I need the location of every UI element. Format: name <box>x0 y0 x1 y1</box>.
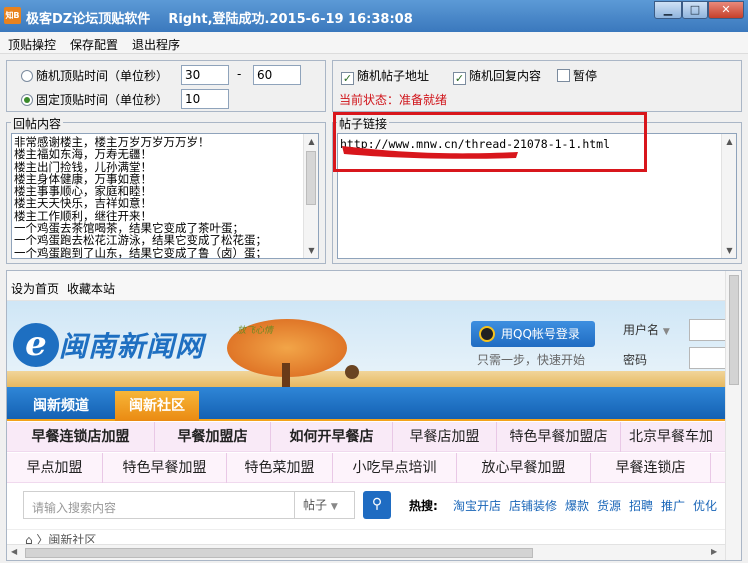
tag-link[interactable]: 小吃早点培训 <box>333 453 457 483</box>
fixed-time-option[interactable]: 固定顶贴时间（单位秒） <box>21 91 168 108</box>
tree-trunk <box>282 363 290 387</box>
app-icon: 知B <box>4 7 21 24</box>
tag-link[interactable]: 早餐连锁店 <box>591 453 711 483</box>
timing-group: 随机顶贴时间（单位秒） 30 - 60 固定顶贴时间（单位秒） 10 <box>6 60 326 112</box>
scroll-thumb[interactable] <box>729 275 739 385</box>
reply-scrollbar[interactable]: ▲ ▼ <box>303 134 318 258</box>
tag-link[interactable]: 早餐店加盟 <box>393 422 497 452</box>
scroll-down-icon[interactable]: ▼ <box>304 243 318 258</box>
chevron-down-icon: ▼ <box>330 502 338 512</box>
window-title: 极客DZ论坛顶贴软件 Right,登陆成功.2015-6-19 16:38:08 <box>26 12 413 27</box>
nav-channel[interactable]: 闽新频道 <box>11 391 111 421</box>
username-label: 用户名 ▼ <box>623 323 670 337</box>
tag-link[interactable]: 早点加盟 <box>7 453 103 483</box>
tag-link[interactable]: 特色早餐加盟 <box>103 453 227 483</box>
search-icon: ⚲ <box>371 496 383 512</box>
scroll-left-icon[interactable]: ◀ <box>11 547 17 556</box>
scroll-thumb[interactable] <box>25 548 533 558</box>
hot-link[interactable]: 店铺装修 <box>509 497 557 514</box>
tag-row-1: 早餐连锁店加盟 早餐加盟店 如何开早餐店 早餐店加盟 特色早餐加盟店 北京早餐车… <box>7 422 725 452</box>
reply-lines: 非常感谢楼主，楼主万岁万岁万万岁！ 楼主福如东海，万寿无疆！ 楼主出门捡钱，儿孙满堂… <box>14 136 267 259</box>
site-logo-icon[interactable]: e <box>13 323 59 367</box>
qq-login-button[interactable]: 用QQ帐号登录 <box>471 321 595 347</box>
search-button[interactable]: ⚲ <box>363 491 391 519</box>
tag-link[interactable]: 早餐加盟店 <box>155 422 271 452</box>
browser-toolbar: 设为首页 收藏本站 <box>7 271 741 301</box>
menu-exit[interactable]: 退出程序 <box>132 36 180 53</box>
scroll-right-icon[interactable]: ▶ <box>711 547 717 556</box>
hot-link[interactable]: 淘宝开店 <box>453 497 501 514</box>
random-max-input[interactable]: 60 <box>253 65 301 85</box>
random-time-option[interactable]: 随机顶贴时间（单位秒） <box>21 67 168 84</box>
minimize-button[interactable]: ▁ <box>654 1 682 19</box>
embedded-browser: 设为首页 收藏本站 放飞心情 e 闽南新闻网 用QQ帐号登录 只需一步，快速开始… <box>6 270 742 561</box>
hot-link[interactable]: 货源 <box>597 497 621 514</box>
tag-link[interactable]: 特色早餐加盟店 <box>497 422 621 452</box>
browser-vscroll[interactable] <box>725 271 741 560</box>
tag-link[interactable]: 北京早餐车加 <box>621 422 725 452</box>
maximize-button[interactable]: □ <box>682 1 708 19</box>
reply-legend: 回帖内容 <box>11 115 64 132</box>
status-text: 当前状态：准备就绪 <box>339 93 448 107</box>
random-reply-option[interactable]: ✓ 随机回复内容 <box>453 67 541 85</box>
site-search: 请输入搜索内容 帖子 ▼ <box>23 491 355 519</box>
random-url-option[interactable]: ✓ 随机帖子地址 <box>341 67 429 85</box>
checkbox-unchecked[interactable] <box>557 69 570 82</box>
tag-link[interactable]: 如何开早餐店 <box>271 422 393 452</box>
tag-link[interactable]: 早餐连锁店加盟 <box>7 422 155 452</box>
qq-login-hint: 只需一步，快速开始 <box>477 353 586 367</box>
title-bar: 知B 极客DZ论坛顶贴软件 Right,登陆成功.2015-6-19 16:38… <box>0 0 748 32</box>
random-min-input[interactable]: 30 <box>181 65 229 85</box>
banner-hills <box>7 371 725 387</box>
tag-link[interactable]: 放心早餐加盟 <box>457 453 591 483</box>
owl-icon <box>345 365 359 379</box>
check-icon[interactable]: ✓ <box>453 72 466 85</box>
hot-link[interactable]: 推广 <box>661 497 685 514</box>
random-time-radio[interactable] <box>21 70 33 82</box>
range-dash: - <box>237 67 242 81</box>
hot-search-label: 热搜: <box>409 499 438 513</box>
set-homepage-link[interactable]: 设为首页 <box>11 280 59 297</box>
tag-row-2: 早点加盟 特色早餐加盟 特色菜加盟 小吃早点培训 放心早餐加盟 早餐连锁店 <box>7 453 725 483</box>
password-label: 密码 <box>623 353 648 367</box>
close-button[interactable]: ✕ <box>708 1 744 19</box>
browser-hscroll[interactable]: ◀ ▶ <box>7 544 725 560</box>
login-status-title: Right,登陆成功.2015-6-19 16:38:08 <box>168 12 413 27</box>
pause-option[interactable]: 暂停 <box>557 67 597 84</box>
options-group: ✓ 随机帖子地址 ✓ 随机回复内容 暂停 当前状态：准备就绪 <box>332 60 742 112</box>
tag-link[interactable]: 特色菜加盟 <box>227 453 333 483</box>
fixed-time-radio[interactable] <box>21 94 33 106</box>
link-scrollbar[interactable]: ▲ ▼ <box>721 134 736 258</box>
menu-save-config[interactable]: 保存配置 <box>70 36 118 53</box>
scroll-up-icon[interactable]: ▲ <box>722 134 736 149</box>
chevron-down-icon: ▼ <box>662 327 670 337</box>
scroll-down-icon[interactable]: ▼ <box>722 243 736 258</box>
qq-penguin-icon <box>479 326 495 342</box>
username-input[interactable] <box>689 319 729 341</box>
menu-bar: 顶贴操控 保存配置 退出程序 <box>0 32 748 54</box>
check-icon[interactable]: ✓ <box>341 72 354 85</box>
scroll-thumb[interactable] <box>306 151 316 205</box>
site-logo-text[interactable]: 闽南新闻网 <box>59 325 204 365</box>
scroll-up-icon[interactable]: ▲ <box>304 134 318 149</box>
site-slogan: 放飞心情 <box>237 326 274 336</box>
site-nav: 闽新频道 闽新社区 <box>7 387 725 421</box>
fixed-time-input[interactable]: 10 <box>181 89 229 109</box>
reply-group: 回帖内容 非常感谢楼主，楼主万岁万岁万万岁！ 楼主福如东海，万寿无疆！ 楼主出门捡钱… <box>6 115 326 264</box>
highlight-box <box>333 112 647 172</box>
password-input[interactable] <box>689 347 729 369</box>
menu-control[interactable]: 顶贴操控 <box>8 36 56 53</box>
site-banner: 放飞心情 e 闽南新闻网 用QQ帐号登录 只需一步，快速开始 用户名 ▼ 密码 <box>7 301 729 387</box>
hot-link[interactable]: 优化 <box>693 497 717 514</box>
hot-link[interactable]: 爆款 <box>565 497 589 514</box>
search-input[interactable]: 请输入搜索内容 <box>32 499 116 516</box>
hot-link[interactable]: 招聘 <box>629 497 653 514</box>
nav-community[interactable]: 闽新社区 <box>115 391 199 421</box>
reply-textarea[interactable]: 非常感谢楼主，楼主万岁万岁万万岁！ 楼主福如东海，万寿无疆！ 楼主出门捡钱，儿孙满堂… <box>11 133 319 259</box>
bookmark-link[interactable]: 收藏本站 <box>67 280 115 297</box>
search-type-select[interactable]: 帖子 ▼ <box>294 492 356 518</box>
